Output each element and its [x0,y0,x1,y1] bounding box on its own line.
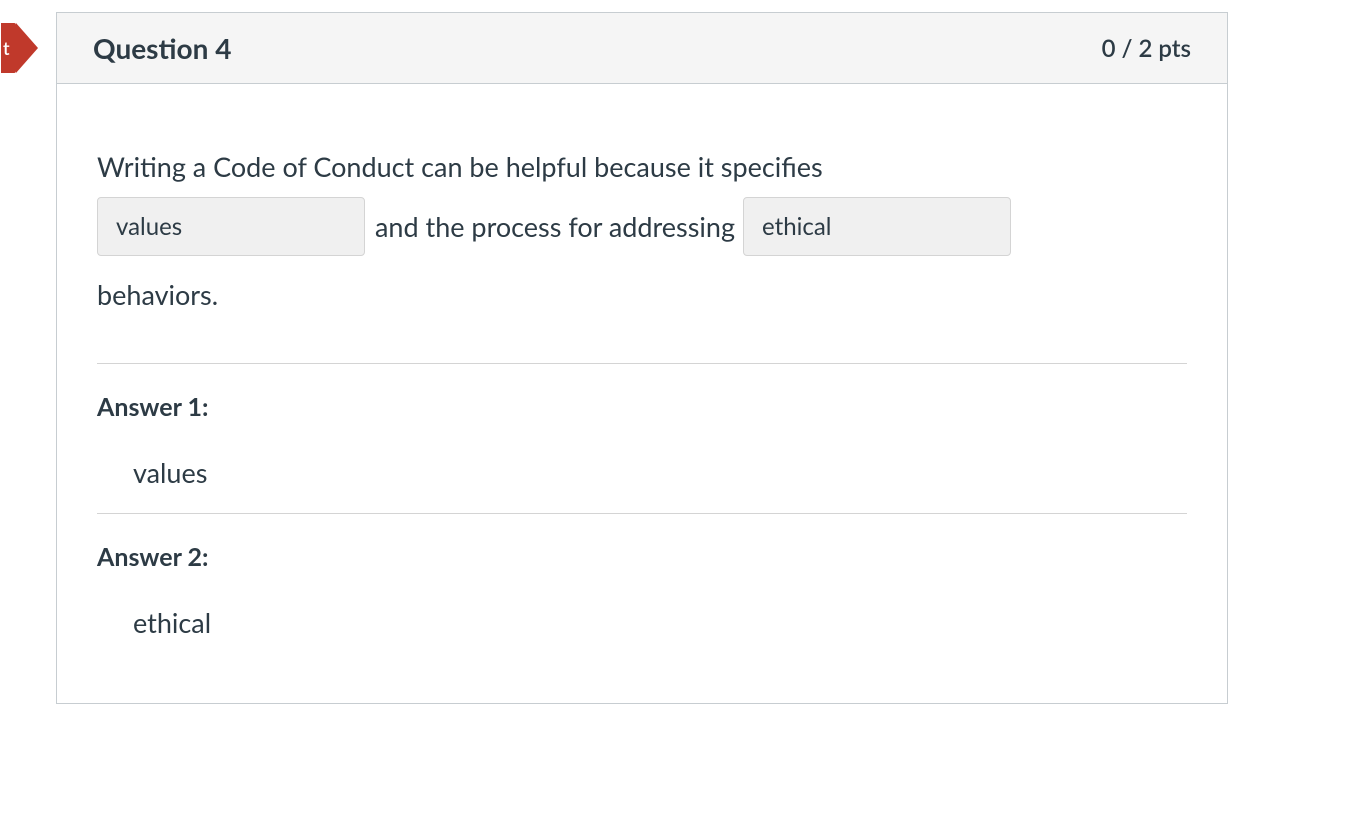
flag-label: t [1,23,16,73]
answer-2-value: ethical [133,606,1187,639]
fill-blank-row: values and the process for addressing et… [97,197,1187,256]
question-header: t Question 4 0 / 2 pts [57,13,1227,84]
prompt-tail: behaviors. [97,278,1187,311]
answer-block-1: Answer 1: values [97,363,1187,513]
question-card: t Question 4 0 / 2 pts Writing a Code of… [56,12,1228,704]
answer-1-value: values [133,456,1187,489]
question-points: 0 / 2 pts [1102,34,1191,63]
incorrect-flag: t [1,23,38,73]
prompt-mid: and the process for addressing [375,210,735,243]
answer-2-label: Answer 2: [97,542,1187,572]
question-body: Writing a Code of Conduct can be helpful… [57,84,1227,703]
prompt-intro: Writing a Code of Conduct can be helpful… [97,150,1187,183]
flag-arrow-tip [16,23,38,73]
blank-input-2[interactable]: ethical [743,197,1011,256]
answer-block-2: Answer 2: ethical [97,513,1187,663]
answer-1-label: Answer 1: [97,392,1187,422]
blank-input-1[interactable]: values [97,197,365,256]
question-title: Question 4 [93,31,231,65]
answers-section: Answer 1: values Answer 2: ethical [97,363,1187,663]
